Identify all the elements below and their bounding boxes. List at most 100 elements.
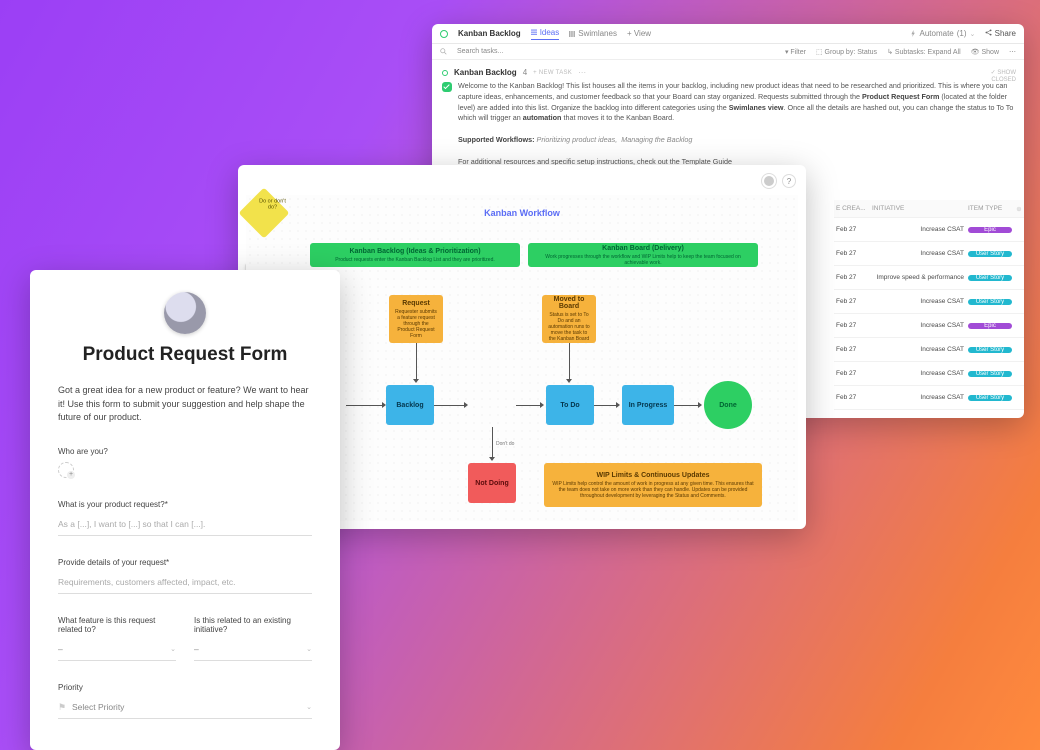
share-icon [985,29,992,36]
request-label: What is your product request?* [58,500,312,509]
show-closed-toggle[interactable]: ✓ SHOWCLOSED [991,70,1016,83]
cell-initiative: Improve speed & performance [870,274,966,281]
cell-date: Feb 27 [834,274,870,281]
details-label: Provide details of your request* [58,558,312,567]
cell-date: Feb 27 [834,370,870,377]
table-row[interactable]: Feb 27Increase CSATEpic [834,314,1024,338]
initiative-select[interactable]: –⌄ [194,640,312,661]
node-todo[interactable]: To Do [546,385,594,425]
node-backlog[interactable]: Backlog [386,385,434,425]
tab-ideas[interactable]: Ideas [531,28,560,40]
node-moved-to-board[interactable]: Moved to BoardStatus is set to To Do and… [542,295,596,343]
subtasks-button[interactable]: ↳ Subtasks: Expand All [887,48,961,56]
show-button[interactable]: 👁 Show [971,48,999,56]
cell-initiative: Increase CSAT [870,370,966,377]
item-type-badge: User Story [968,299,1012,305]
cell-initiative: Increase CSAT [870,322,966,329]
form-title: Product Request Form [58,344,312,366]
automate-button[interactable]: Automate (1) ⌄ [910,29,976,38]
item-type-badge: User Story [968,275,1012,281]
node-done[interactable]: Done [704,381,752,429]
request-input[interactable]: As a [...], I want to [...] so that I ca… [58,515,312,536]
feature-select[interactable]: –⌄ [58,640,176,661]
priority-select[interactable]: Select Priority ⌄ [58,698,312,719]
node-board-header[interactable]: Kanban Board (Delivery)Work progresses t… [528,243,758,267]
priority-label: Priority [58,683,312,692]
node-wip-limits[interactable]: WIP Limits & Continuous UpdatesWIP Limit… [544,463,762,507]
col-initiative[interactable]: INITIATIVE [870,205,966,212]
search-input[interactable]: Search tasks... [457,48,775,55]
node-not-doing[interactable]: Not Doing [468,463,516,503]
field-priority: Priority Select Priority ⌄ [58,683,312,719]
assignee-picker[interactable] [58,462,74,478]
list-header: Kanban Backlog 4 + NEW TASK ⋯ [442,68,1014,77]
feature-label: What feature is this request related to? [58,616,176,634]
diagram-title: Kanban Workflow [246,208,798,218]
tab-add-view[interactable]: + View [627,29,651,38]
edge-label-dontdo: Don't do [496,441,514,447]
cell-initiative: Increase CSAT [870,394,966,401]
filter-button[interactable]: ▾ Filter [785,48,806,56]
table-row[interactable]: Feb 27Improve speed & performanceUser St… [834,266,1024,290]
new-task-button[interactable]: + NEW TASK [533,70,572,76]
more-icon[interactable]: ⋯ [1009,48,1016,56]
table-row[interactable]: Feb 27Increase CSATEpic [834,218,1024,242]
cell-date: Feb 27 [834,394,870,401]
chevron-down-icon: ⌄ [170,645,176,653]
cell-date: Feb 27 [834,346,870,353]
backlog-header: Kanban Backlog Ideas Swimlanes + View Au… [432,24,1024,44]
checkbox-checked-icon[interactable] [442,82,452,92]
more-icon[interactable]: ⋯ [578,68,586,77]
list-status-dot [440,30,448,38]
initiative-label: Is this related to an existing initiativ… [194,616,312,634]
details-input[interactable]: Requirements, customers affected, impact… [58,573,312,594]
node-request[interactable]: RequestRequester submits a feature reque… [389,295,443,343]
tab-swimlanes[interactable]: Swimlanes [569,29,617,38]
form-avatar [164,292,206,334]
chevron-down-icon: ⌄ [306,703,312,711]
list-description: Welcome to the Kanban Backlog! This list… [442,81,1014,167]
node-in-progress[interactable]: In Progress [622,385,674,425]
search-icon[interactable] [440,48,447,55]
col-itemtype[interactable]: ITEM TYPE [966,205,1014,212]
chevron-down-icon: ⌄ [970,30,976,38]
cell-initiative: Increase CSAT [870,226,966,233]
node-decision[interactable]: Do or don't do? [239,188,290,239]
cell-initiative: Increase CSAT [870,250,966,257]
table-header-row: E CREA... INITIATIVE ITEM TYPE ⊕ [834,200,1024,218]
cell-initiative: Increase CSAT [870,298,966,305]
item-type-badge: Epic [968,323,1012,329]
avatar[interactable] [762,174,776,188]
backlog-toolbar: Search tasks... ▾ Filter ⬚ Group by: Sta… [432,44,1024,60]
table-row[interactable]: Feb 27Increase CSATUser Story [834,242,1024,266]
item-type-badge: User Story [968,347,1012,353]
share-button[interactable]: Share [985,29,1016,38]
item-type-badge: User Story [968,371,1012,377]
swimlanes-icon [569,31,575,37]
field-request: What is your product request?* As a [...… [58,500,312,536]
table-row[interactable]: Feb 27Increase CSATUser Story [834,290,1024,314]
col-add[interactable]: ⊕ [1014,205,1024,213]
cell-initiative: Increase CSAT [870,346,966,353]
backlog-title: Kanban Backlog [458,29,521,38]
bolt-icon [910,30,917,37]
col-created[interactable]: E CREA... [834,205,870,212]
form-intro: Got a great idea for a new product or fe… [58,384,312,425]
backlog-table: E CREA... INITIATIVE ITEM TYPE ⊕ Feb 27I… [834,200,1024,410]
item-type-badge: User Story [968,395,1012,401]
table-row[interactable]: Feb 27Increase CSATUser Story [834,338,1024,362]
who-label: Who are you? [58,447,312,456]
field-details: Provide details of your request* Require… [58,558,312,594]
cell-date: Feb 27 [834,250,870,257]
groupby-button[interactable]: ⬚ Group by: Status [816,48,877,56]
item-type-badge: User Story [968,251,1012,257]
node-backlog-header[interactable]: Kanban Backlog (Ideas & Prioritization)P… [310,243,520,267]
cell-date: Feb 27 [834,298,870,305]
product-request-form: Product Request Form Got a great idea fo… [30,270,340,750]
list-dot-icon [442,70,448,76]
table-row[interactable]: Feb 27Increase CSATUser Story [834,386,1024,410]
table-row[interactable]: Feb 27Increase CSATUser Story [834,362,1024,386]
help-icon[interactable]: ? [782,174,796,188]
field-who: Who are you? [58,447,312,478]
list-icon [531,29,537,35]
